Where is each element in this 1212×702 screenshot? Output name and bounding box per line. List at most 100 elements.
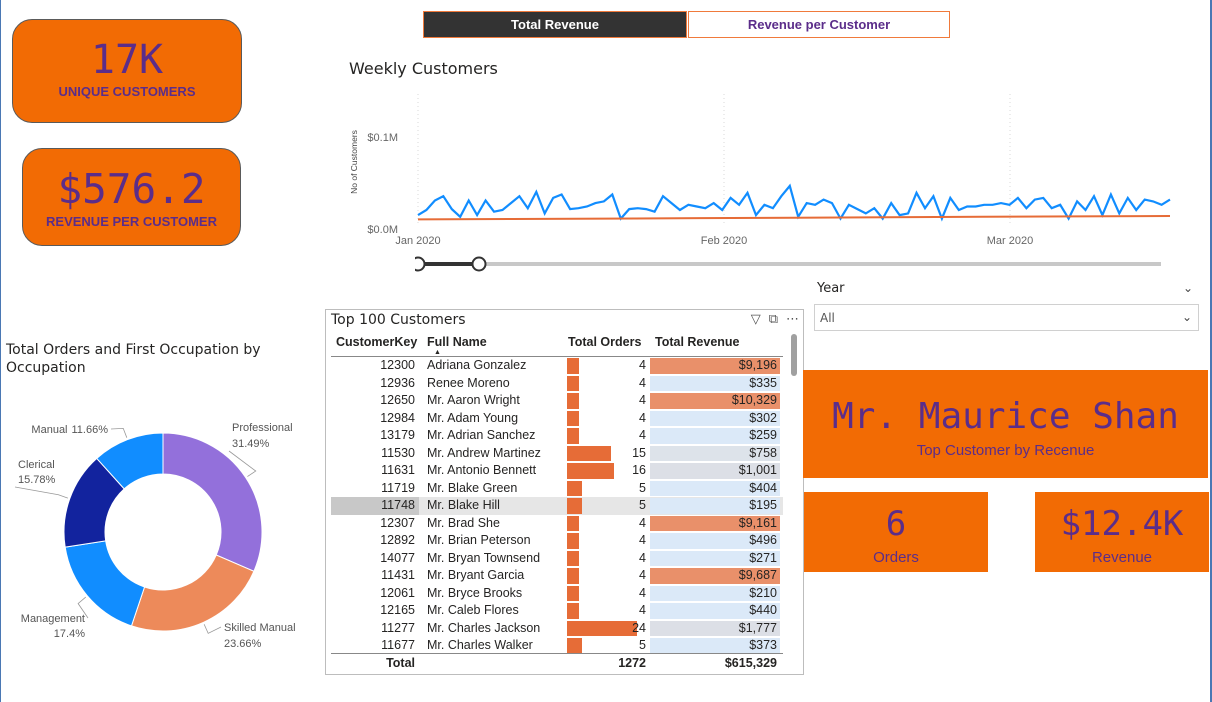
table-row[interactable]: 11530 Mr. Andrew Martinez 15 $758: [331, 445, 783, 463]
donut-percent: 11.66%: [72, 424, 109, 436]
cell-customerkey: 11631: [381, 463, 415, 477]
table-row[interactable]: 13179 Mr. Adrian Sanchez 4 $259: [331, 427, 783, 445]
table-row[interactable]: 14077 Mr. Bryan Townsend 4 $271: [331, 550, 783, 568]
top-customer-revenue-value: $12.4K: [1060, 504, 1184, 544]
column-header-total-revenue[interactable]: Total Revenue: [655, 332, 785, 356]
table-grid: CustomerKey Full Name ▲ Total Orders Tot…: [331, 332, 783, 655]
date-range-slider[interactable]: [415, 255, 1161, 273]
unique-customers-card: 17K UNIQUE CUSTOMERS: [12, 19, 242, 123]
cell-total-revenue: $335: [749, 375, 777, 390]
cell-total-revenue: $195: [749, 498, 777, 512]
cell-full-name: Mr. Andrew Martinez: [427, 445, 541, 460]
table-title: Top 100 Customers: [331, 312, 466, 328]
total-revenue-button[interactable]: Total Revenue: [423, 11, 687, 38]
cell-total-orders: 4: [639, 585, 646, 600]
table-row[interactable]: 12650 Mr. Aaron Wright 4 $10,329: [331, 392, 783, 410]
slider-track: [417, 262, 1161, 266]
cell-full-name: Renee Moreno: [427, 375, 510, 390]
cell-customerkey: 11748: [331, 497, 419, 515]
focus-mode-icon[interactable]: ⧉: [769, 312, 778, 327]
cell-full-name: Mr. Blake Hill: [427, 498, 500, 512]
cell-total-revenue: $1,777: [738, 620, 777, 635]
donut-slices-group: [63, 432, 263, 632]
cell-customerkey: 14077: [380, 550, 415, 565]
cell-customerkey: 11530: [381, 445, 415, 460]
cell-total-orders: 4: [639, 550, 646, 565]
unique-customers-label: UNIQUE CUSTOMERS: [58, 84, 196, 99]
cell-customerkey: 12650: [380, 393, 415, 407]
cell-full-name: Adriana Gonzalez: [427, 358, 527, 372]
top-customer-orders-label: Orders: [873, 549, 919, 566]
cell-full-name: Mr. Antonio Bennett: [427, 463, 537, 477]
cell-customerkey: 12300: [380, 358, 415, 372]
table-row[interactable]: 12892 Mr. Brian Peterson 4 $496: [331, 532, 783, 550]
table-row[interactable]: 11277 Mr. Charles Jackson 24 $1,777: [331, 620, 783, 638]
table-header-row: CustomerKey Full Name ▲ Total Orders Tot…: [331, 332, 783, 357]
cell-total-orders: 4: [639, 393, 646, 407]
weekly-customers-series: [417, 183, 1171, 222]
top-customer-name: Mr. Maurice Shan: [832, 396, 1179, 437]
year-slicer-label: Year: [817, 281, 845, 296]
cell-total-orders: 5: [639, 480, 646, 495]
table-row[interactable]: 12936 Renee Moreno 4 $335: [331, 375, 783, 393]
baseline-series: [417, 215, 1171, 221]
table-row[interactable]: 12307 Mr. Brad She 4 $9,161: [331, 515, 783, 533]
table-row[interactable]: 12061 Mr. Bryce Brooks 4 $210: [331, 585, 783, 603]
y-axis-label: No of Customers: [349, 130, 359, 194]
weekly-line-chart: No of Customers $0.1M $0.0M Jan 2020 Feb…: [349, 94, 1171, 247]
donut-label: Manual 11.66%: [31, 424, 108, 436]
x-tick-label: Jan 2020: [395, 235, 440, 247]
table-row[interactable]: 12984 Mr. Adam Young 4 $302: [331, 410, 783, 428]
donut-chart-title: Total Orders and First Occupation by Occ…: [6, 342, 261, 376]
donut-slice[interactable]: [130, 554, 255, 632]
column-header-full-name[interactable]: Full Name: [427, 332, 567, 356]
cell-total-orders: 4: [639, 515, 646, 530]
column-header-total-orders[interactable]: Total Orders: [568, 332, 650, 356]
cell-customerkey: 12165: [380, 603, 415, 617]
cell-total-orders: 4: [639, 603, 646, 617]
table-scrollbar[interactable]: [791, 334, 797, 376]
cell-total-revenue: $302: [749, 410, 777, 425]
cell-total-revenue: $259: [749, 428, 777, 442]
table-row[interactable]: 11431 Mr. Bryant Garcia 4 $9,687: [331, 567, 783, 585]
cell-total-revenue: $9,196: [738, 358, 777, 372]
top-customer-orders-card: 6 Orders: [804, 492, 988, 572]
slider-end-handle[interactable]: [471, 256, 487, 272]
chevron-down-icon[interactable]: ⌄: [1183, 281, 1193, 295]
year-dropdown-value: All: [820, 311, 835, 325]
cell-total-orders: 4: [639, 428, 646, 442]
cell-customerkey: 12984: [380, 410, 415, 425]
donut-percent: 17.4%: [54, 628, 85, 640]
cell-customerkey: 11277: [381, 620, 415, 635]
table-row[interactable]: 12165 Mr. Caleb Flores 4 $440: [331, 602, 783, 620]
chevron-down-icon: ⌄: [1181, 310, 1192, 324]
top-customer-revenue-label: Revenue: [1091, 549, 1153, 566]
year-dropdown[interactable]: All ⌄: [814, 304, 1199, 331]
x-tick-label: Mar 2020: [987, 235, 1033, 247]
cell-total-revenue: $271: [749, 550, 777, 565]
slider-start-handle[interactable]: [415, 256, 426, 272]
y-tick-label: $0.0M: [367, 224, 398, 236]
top-customers-table: Top 100 Customers ▽ ⧉ ⋯ CustomerKey Full…: [325, 309, 804, 675]
cell-full-name: Mr. Bryan Townsend: [427, 550, 541, 565]
cell-total-orders: 4: [639, 358, 646, 372]
filter-icon[interactable]: ▽: [751, 312, 761, 327]
cell-customerkey: 12061: [380, 585, 415, 600]
revenue-per-customer-button[interactable]: Revenue per Customer: [688, 11, 950, 38]
cell-full-name: Mr. Caleb Flores: [427, 603, 519, 617]
table-row[interactable]: 11748 Mr. Blake Hill 5 $195: [331, 497, 783, 515]
donut-slice[interactable]: [162, 432, 263, 572]
more-options-icon[interactable]: ⋯: [786, 312, 799, 327]
cell-total-revenue: $1,001: [738, 463, 777, 477]
cell-total-revenue: $9,161: [738, 515, 777, 530]
cell-customerkey: 11431: [381, 568, 415, 582]
table-row[interactable]: 11719 Mr. Blake Green 5 $404: [331, 480, 783, 498]
cell-full-name: Mr. Brad She: [427, 515, 500, 530]
cell-full-name: Mr. Brian Peterson: [427, 533, 531, 547]
table-row[interactable]: 11631 Mr. Antonio Bennett 16 $1,001: [331, 462, 783, 480]
cell-total-orders: 4: [639, 375, 646, 390]
cell-full-name: Mr. Blake Green: [427, 480, 518, 495]
column-header-customerkey[interactable]: CustomerKey: [336, 332, 424, 356]
table-row[interactable]: 12300 Adriana Gonzalez 4 $9,196: [331, 357, 783, 375]
table-row[interactable]: 11677 Mr. Charles Walker 5 $373: [331, 637, 783, 655]
